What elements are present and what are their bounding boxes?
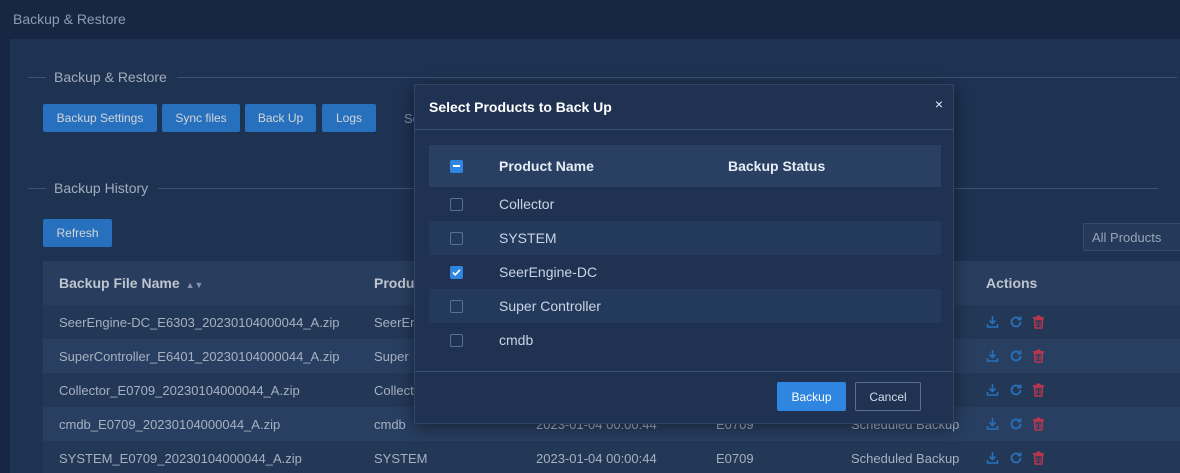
row-actions [986, 315, 1046, 329]
cell-file-name: SYSTEM_E0709_20230104000044_A.zip [59, 450, 302, 466]
product-name: Collector [499, 196, 555, 212]
header-product-name: Product Name [499, 158, 594, 174]
product-checkbox[interactable] [450, 333, 463, 347]
backup-history-legend-label: Backup History [54, 180, 149, 196]
cell-file-name: cmdb_E0709_20230104000044_A.zip [59, 416, 281, 432]
sync-files-button[interactable]: Sync files [162, 104, 240, 132]
cell-version: E0709 [716, 450, 754, 466]
cell-product: SYSTEM [374, 450, 428, 466]
restore-icon[interactable] [1009, 451, 1023, 465]
product-checkbox[interactable] [450, 299, 463, 313]
download-icon[interactable] [986, 417, 1000, 431]
restore-icon[interactable] [1009, 383, 1023, 397]
cell-file-name: SuperController_E6401_20230104000044_A.z… [59, 348, 340, 364]
product-row[interactable]: SYSTEM [429, 221, 941, 255]
download-icon[interactable] [986, 349, 1000, 363]
product-table-header: Product Name Backup Status [429, 145, 941, 187]
restore-icon[interactable] [1009, 417, 1023, 431]
select-all-checkbox[interactable] [450, 159, 463, 173]
backup-restore-legend: Backup & Restore [28, 69, 1177, 85]
product-name: SeerEngine-DC [499, 264, 598, 280]
restore-icon[interactable] [1009, 315, 1023, 329]
row-actions [986, 417, 1046, 431]
product-checkbox[interactable] [450, 265, 463, 279]
header-file-name[interactable]: Backup File Name ▲▼ [59, 275, 203, 291]
product-row[interactable]: cmdb [429, 323, 941, 357]
download-icon[interactable] [986, 315, 1000, 329]
delete-icon[interactable] [1032, 451, 1046, 465]
download-icon[interactable] [986, 383, 1000, 397]
header-file-name-label: Backup File Name [59, 275, 180, 291]
dialog-title: Select Products to Back Up [429, 99, 612, 115]
backup-restore-legend-label: Backup & Restore [54, 69, 167, 85]
sort-icon[interactable]: ▲▼ [186, 280, 204, 290]
cell-time: 2023-01-04 00:00:44 [536, 450, 657, 466]
dialog-header: Select Products to Back Up × [415, 85, 953, 130]
delete-icon[interactable] [1032, 315, 1046, 329]
cell-product: cmdb [374, 416, 406, 432]
cell-product: Collect [374, 382, 414, 398]
row-actions [986, 349, 1046, 363]
delete-icon[interactable] [1032, 349, 1046, 363]
product-name: SYSTEM [499, 230, 557, 246]
table-row: SYSTEM_E0709_20230104000044_A.zip SYSTEM… [43, 441, 1180, 473]
cell-product: SeerEn [374, 314, 418, 330]
backup-settings-button[interactable]: Backup Settings [43, 104, 157, 132]
product-checkbox[interactable] [450, 197, 463, 211]
cell-product: Super [374, 348, 409, 364]
product-row[interactable]: Collector [429, 187, 941, 221]
select-products-dialog: Select Products to Back Up × Product Nam… [414, 84, 954, 424]
row-actions [986, 383, 1046, 397]
cell-type: Scheduled Backup [851, 450, 960, 466]
logs-button[interactable]: Logs [322, 104, 376, 132]
product-selection-table: Product Name Backup Status Collector SYS… [429, 145, 941, 357]
header-actions: Actions [986, 275, 1038, 291]
dialog-footer: Backup Cancel [415, 371, 953, 423]
page-title: Backup & Restore [13, 11, 126, 27]
product-row[interactable]: Super Controller [429, 289, 941, 323]
download-icon[interactable] [986, 451, 1000, 465]
delete-icon[interactable] [1032, 417, 1046, 431]
row-actions [986, 451, 1046, 465]
cell-file-name: SeerEngine-DC_E6303_20230104000044_A.zip [59, 314, 340, 330]
header-backup-status: Backup Status [728, 158, 826, 174]
restore-icon[interactable] [1009, 349, 1023, 363]
cancel-button[interactable]: Cancel [855, 382, 921, 411]
product-filter-select[interactable]: All Products [1083, 223, 1180, 251]
product-name: Super Controller [499, 298, 601, 314]
product-checkbox[interactable] [450, 231, 463, 245]
product-name: cmdb [499, 332, 534, 348]
backup-confirm-button[interactable]: Backup [777, 382, 846, 411]
close-icon[interactable]: × [935, 96, 943, 112]
refresh-button[interactable]: Refresh [43, 219, 112, 247]
delete-icon[interactable] [1032, 383, 1046, 397]
product-row[interactable]: SeerEngine-DC [429, 255, 941, 289]
back-up-button[interactable]: Back Up [245, 104, 316, 132]
cell-file-name: Collector_E0709_20230104000044_A.zip [59, 382, 300, 398]
